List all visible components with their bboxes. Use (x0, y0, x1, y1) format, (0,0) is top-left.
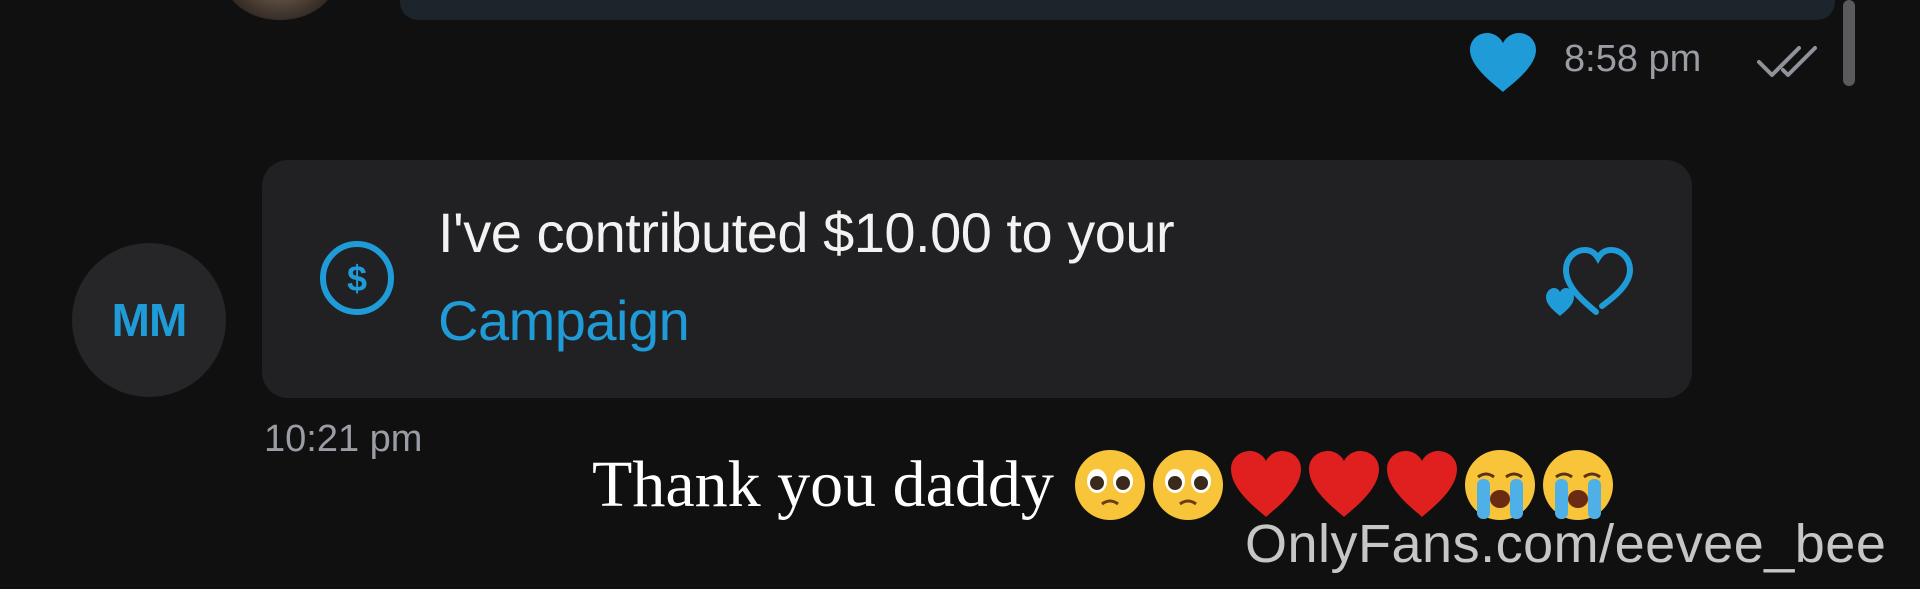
campaign-link[interactable]: Campaign (438, 288, 690, 353)
pleading-face-emoji-icon (1074, 450, 1145, 520)
message-time: 8:58 pm (1564, 38, 1702, 80)
avatar[interactable]: MM (72, 243, 226, 397)
tip-message-bubble (262, 160, 1692, 398)
message-time: 10:21 pm (264, 418, 423, 460)
caption-text: Thank you daddy (592, 448, 1054, 521)
emoji-row (1072, 447, 1618, 523)
heart-filled-icon[interactable] (1468, 32, 1538, 94)
loudly-crying-face-emoji-icon (1542, 450, 1613, 520)
tip-text: I've contributed $10.00 to your (438, 201, 1175, 264)
previous-sender-avatar (225, 0, 335, 20)
red-heart-emoji-icon (1308, 451, 1379, 517)
pleading-face-emoji-icon (1152, 450, 1223, 520)
watermark-text: OnlyFans.com/eevee_bee (1245, 514, 1887, 574)
red-heart-emoji-icon (1386, 451, 1457, 517)
double-check-icon (1757, 46, 1817, 77)
dollar-circle-icon: $ (320, 241, 394, 315)
previous-message-meta: 8:58 pm (1468, 30, 1838, 92)
red-heart-emoji-icon (1230, 451, 1301, 517)
previous-message-bubble[interactable] (400, 0, 1835, 20)
heart-outline-icon[interactable] (1544, 240, 1634, 320)
avatar-initials: MM (111, 294, 188, 346)
loudly-crying-face-emoji-icon (1464, 450, 1535, 520)
scrollbar[interactable] (1843, 0, 1855, 86)
svg-text:$: $ (347, 258, 367, 299)
